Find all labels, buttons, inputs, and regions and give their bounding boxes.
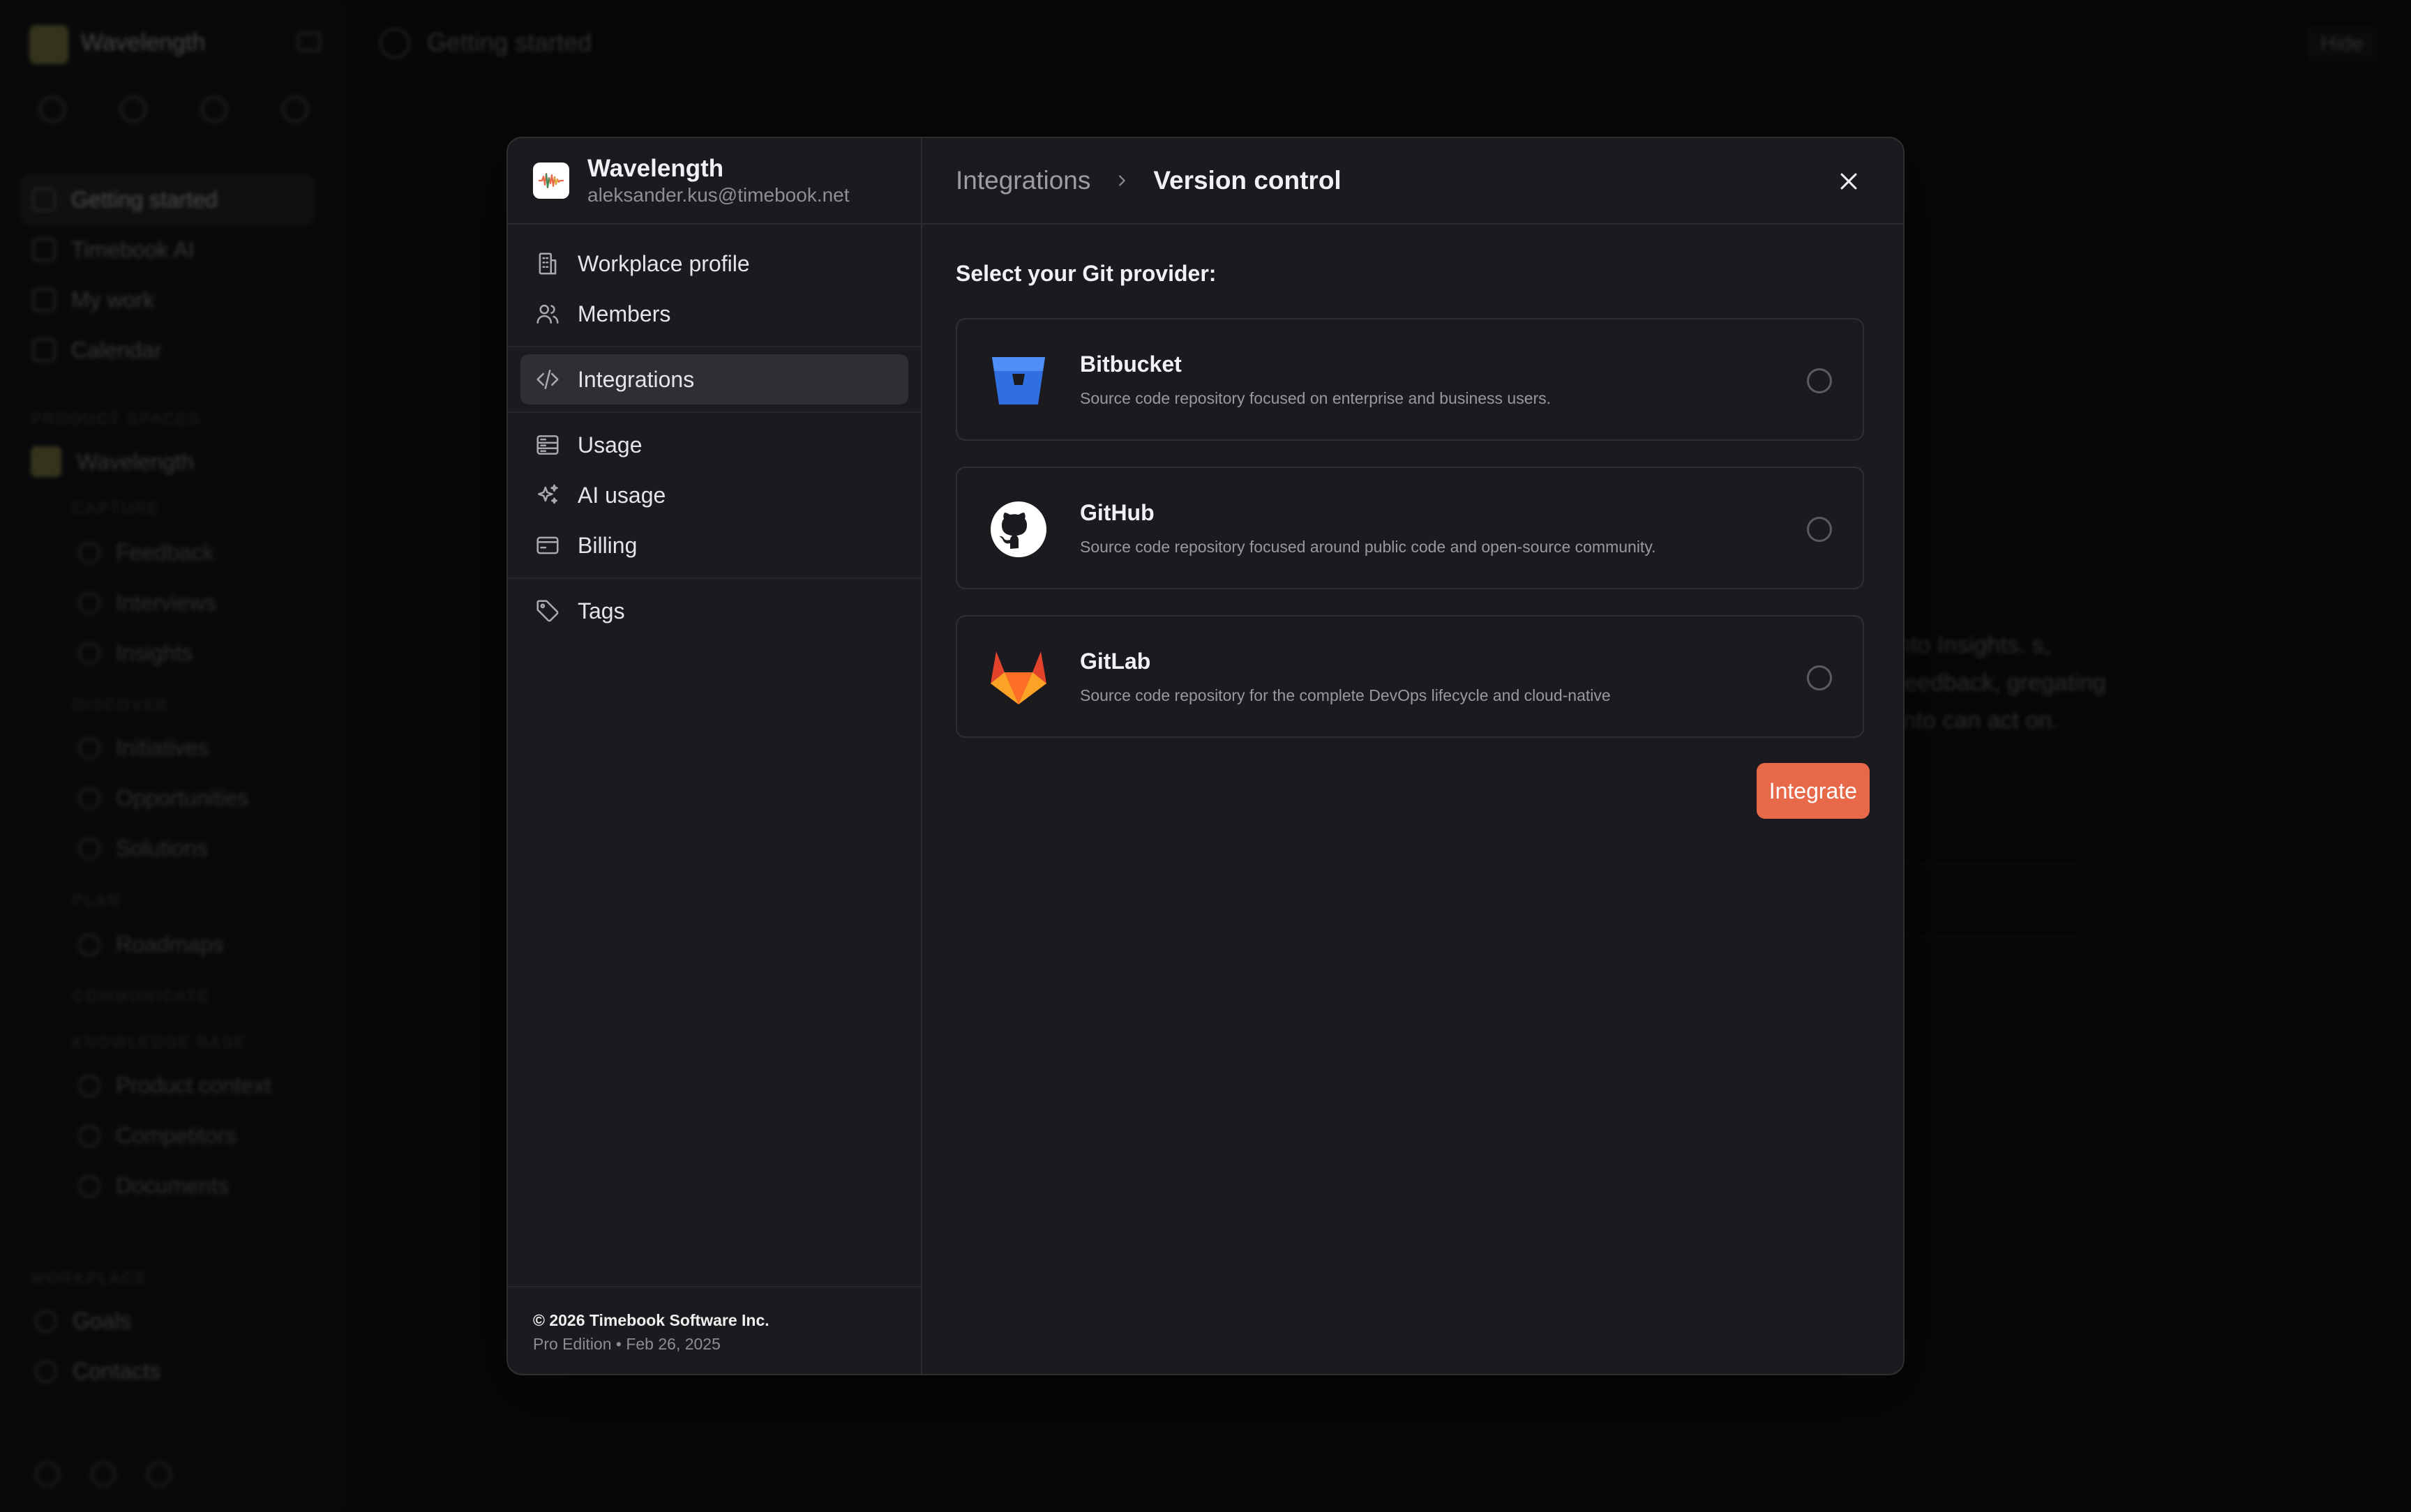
nav-item-workplace-profile[interactable]: Workplace profile [520,239,908,289]
copyright-text: © 2026 Timebook Software Inc. [533,1311,769,1329]
nav-group-workspace: Workplace profile Members [508,225,921,347]
gitlab-icon [985,644,1052,711]
nav-group-integrations: Integrations [508,347,921,413]
workspace-name: Wavelength [587,155,724,182]
provider-name: Bitbucket [1080,351,1182,377]
github-icon [985,496,1052,563]
settings-content: Integrations Version control Select your… [922,138,1903,1374]
breadcrumb-integrations[interactable]: Integrations [956,166,1090,195]
building-icon [539,252,557,275]
provider-option-github[interactable]: GitHub Source code repository focused ar… [956,467,1864,589]
nav-label: Workplace profile [578,250,750,276]
workspace-info: Wavelength aleksander.kus@timebook.net [587,154,850,207]
nav-label: Tags [578,598,625,623]
settings-modal: Wavelength aleksander.kus@timebook.net W… [506,137,1905,1375]
nav-item-usage[interactable]: Usage [520,420,908,470]
nav-group-billing: Usage AI usage Billing [508,413,921,579]
sparkles-icon [538,484,558,504]
provider-radio[interactable] [1807,368,1832,393]
credit-card-icon [536,536,559,554]
git-provider-label: Select your Git provider: [956,261,1217,286]
nav-label: AI usage [578,482,666,508]
provider-option-bitbucket[interactable]: Bitbucket Source code repository focused… [956,318,1864,441]
nav-label: Usage [578,432,643,458]
sidebar-footer: © 2026 Timebook Software Inc. Pro Editio… [508,1286,921,1374]
provider-name: GitLab [1080,649,1151,674]
breadcrumb-current: Version control [1153,166,1342,195]
users-icon [536,304,559,324]
code-icon [536,370,559,389]
provider-description: Source code repository for the complete … [1080,686,1611,704]
tag-icon [536,600,559,622]
nav-item-tags[interactable]: Tags [520,586,908,636]
close-icon [1840,173,1857,190]
integrate-button[interactable]: Integrate [1756,763,1870,819]
nav-item-ai-usage[interactable]: AI usage [520,470,908,520]
provider-description: Source code repository focused around pu… [1080,538,1656,556]
provider-name: GitHub [1080,500,1155,525]
edition-text: Pro Edition • Feb 26, 2025 [533,1335,721,1353]
settings-sidebar: Wavelength aleksander.kus@timebook.net W… [508,138,922,1374]
nav-item-billing[interactable]: Billing [520,520,908,570]
provider-radio[interactable] [1807,517,1832,542]
close-button[interactable] [1832,165,1865,198]
provider-option-gitlab[interactable]: GitLab Source code repository for the co… [956,615,1864,738]
nav-group-tags: Tags [508,579,921,643]
nav-label: Billing [578,532,638,558]
content-header: Integrations Version control [922,138,1903,225]
workspace-email: aleksander.kus@timebook.net [587,184,850,206]
nav-label: Members [578,301,671,326]
bitbucket-icon [985,347,1052,414]
workspace-header: Wavelength aleksander.kus@timebook.net [508,138,921,225]
provider-description: Source code repository focused on enterp… [1080,389,1552,407]
waveform-icon [539,172,564,189]
nav-label: Integrations [578,366,695,392]
nav-item-integrations[interactable]: Integrations [520,354,908,405]
nav-item-members[interactable]: Members [520,289,908,339]
workspace-logo [533,162,569,199]
provider-radio[interactable] [1807,665,1832,690]
chevron-right-icon [1114,173,1129,188]
server-icon [536,435,559,455]
